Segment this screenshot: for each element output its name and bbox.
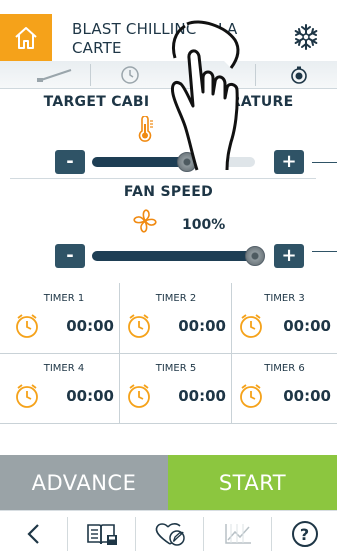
alarm-clock-icon <box>128 314 150 338</box>
temperature-slider-fill <box>92 157 187 167</box>
timer-value: 00:00 <box>66 387 114 405</box>
home-icon <box>15 26 37 49</box>
fan-minus-button[interactable]: - <box>55 244 85 268</box>
thermometer-icon <box>138 116 153 142</box>
temperature-minus-button[interactable]: - <box>55 150 85 174</box>
page-title: BLAST CHILLING A LA CARTE <box>72 20 272 58</box>
timer-cell-5[interactable]: TIMER 5 00:00 <box>120 353 232 423</box>
chevron-left-icon <box>26 524 39 544</box>
recipe-book-button[interactable] <box>68 511 135 557</box>
help-button[interactable]: ? <box>272 511 337 557</box>
fan-speed-slider[interactable] <box>92 246 265 266</box>
fan-speed-value: 100% <box>182 217 226 233</box>
timer-value: 00:00 <box>283 387 331 405</box>
help-icon: ? <box>291 521 318 547</box>
scale-tick <box>312 251 337 252</box>
timer-cell-4[interactable]: TIMER 4 00:00 <box>8 353 120 423</box>
fan-speed-slider-thumb[interactable] <box>245 246 265 266</box>
tab-separator <box>90 64 91 86</box>
title-line-2: CARTE <box>72 39 122 57</box>
tab-timer[interactable] <box>95 61 165 89</box>
timer-label: TIMER 4 <box>43 363 85 374</box>
timer-label: TIMER 1 <box>43 293 85 304</box>
fan-plus-button[interactable]: + <box>274 244 304 268</box>
tab-probe[interactable] <box>20 61 90 89</box>
mode-tab-strip <box>0 61 337 89</box>
timer-cell-1[interactable]: TIMER 1 00:00 <box>8 283 120 353</box>
tab-stopwatch[interactable] <box>260 61 337 89</box>
temperature-slider-thumb[interactable] <box>177 152 197 172</box>
probe-icon <box>37 69 72 82</box>
snowflake-button[interactable] <box>289 20 323 54</box>
timer-value: 00:00 <box>178 387 226 405</box>
temperature-title-tail: PERATURE <box>209 94 294 110</box>
timer-grid: TIMER 1 00:00 TIMER 2 00:00 TIMER 3 00:0… <box>0 283 337 424</box>
timer-cell-2[interactable]: TIMER 2 00:00 <box>120 283 232 353</box>
temperature-title-head: TARGET CABI <box>43 94 150 110</box>
help-glyph: ? <box>299 524 310 544</box>
alarm-clock-icon <box>240 384 262 408</box>
timer-value: 00:00 <box>66 317 114 335</box>
timer-label: TIMER 5 <box>155 363 197 374</box>
alarm-clock-icon <box>240 314 262 338</box>
fan-title: FAN SPEED <box>123 184 214 200</box>
section-divider <box>10 178 316 179</box>
heart-edit-icon <box>155 523 185 546</box>
favorites-edit-button[interactable] <box>136 511 203 557</box>
timer-label: TIMER 3 <box>264 293 305 304</box>
header: BLAST CHILLING A LA CARTE <box>0 0 337 61</box>
bottom-nav: ? <box>0 510 337 557</box>
timer-value: 00:00 <box>283 317 331 335</box>
fan-speed-slider-fill <box>92 251 255 261</box>
snowflake-icon <box>294 24 318 50</box>
timer-value: 00:00 <box>178 317 226 335</box>
temperature-title: TARGET CABI PERATURE <box>0 94 337 110</box>
chart-icon <box>224 524 251 544</box>
start-button[interactable]: START <box>168 455 337 510</box>
recipe-book-icon <box>86 524 117 545</box>
temperature-plus-button[interactable]: + <box>274 150 304 174</box>
graph-button[interactable] <box>204 511 271 557</box>
alarm-clock-icon <box>16 314 38 338</box>
stopwatch-icon <box>290 66 307 84</box>
grid-line <box>0 423 337 424</box>
tab-separator <box>255 64 256 86</box>
home-button[interactable] <box>0 14 52 61</box>
temperature-slider[interactable] <box>92 152 255 172</box>
title-line-1: BLAST CHILLING A LA <box>72 20 238 38</box>
timer-cell-6[interactable]: TIMER 6 00:00 <box>232 353 337 423</box>
timer-label: TIMER 2 <box>155 293 197 304</box>
temperature-value: °C <box>196 124 214 140</box>
fan-icon <box>133 209 157 233</box>
timer-label: TIMER 6 <box>264 363 305 374</box>
clock-icon <box>121 66 139 84</box>
scale-tick <box>312 162 337 163</box>
advance-button[interactable]: ADVANCE <box>0 455 168 510</box>
timer-cell-3[interactable]: TIMER 3 00:00 <box>232 283 337 353</box>
back-button[interactable] <box>0 511 67 557</box>
alarm-clock-icon <box>128 384 150 408</box>
alarm-clock-icon <box>16 384 38 408</box>
